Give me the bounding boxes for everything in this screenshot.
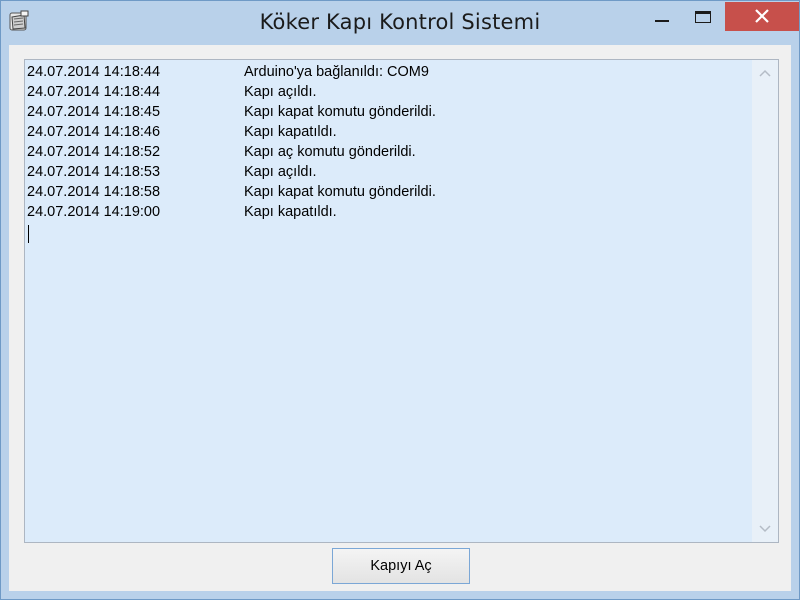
log-entry-message: Kapı açıldı. <box>244 84 317 100</box>
vertical-scrollbar[interactable] <box>752 60 778 542</box>
log-lines: 24.07.2014 14:18:44 Arduino'ya bağlanıldı… <box>27 64 747 224</box>
scroll-down-button[interactable] <box>752 516 778 542</box>
chevron-up-icon <box>759 69 771 77</box>
maximize-button[interactable] <box>681 2 723 31</box>
minimize-icon <box>655 20 669 22</box>
log-entry-time: 24.07.2014 14:18:45 <box>27 104 161 120</box>
log-entry-time: 24.07.2014 14:18:44 <box>27 64 161 80</box>
log-textbox[interactable]: 24.07.2014 14:18:44 Arduino'ya bağlanıldı… <box>24 59 779 543</box>
title-bar[interactable]: Köker Kapı Kontrol Sistemi <box>1 1 799 45</box>
chevron-down-icon <box>759 525 771 533</box>
maximize-icon <box>695 11 711 23</box>
log-entry: 24.07.2014 14:18:52 Kapı aç komutu gönder… <box>27 144 747 164</box>
log-entry-message: Arduino'ya bağlanıldı: COM9 <box>244 64 429 80</box>
log-entry-time: 24.07.2014 14:18:53 <box>27 164 161 180</box>
scroll-up-button[interactable] <box>752 60 778 86</box>
close-button[interactable] <box>725 2 799 31</box>
log-entry-message: Kapı açıldı. <box>244 164 317 180</box>
text-caret <box>28 225 29 243</box>
log-entry: 24.07.2014 14:18:53 Kapı açıldı. <box>27 164 747 184</box>
log-entry-message: Kapı kapatıldı. <box>244 204 337 220</box>
log-entry: 24.07.2014 14:18:45 Kapı kapat komutu gön… <box>27 104 747 124</box>
log-entry: 24.07.2014 14:18:44 Kapı açıldı. <box>27 84 747 104</box>
minimize-button[interactable] <box>643 2 679 31</box>
log-entry-time: 24.07.2014 14:18:46 <box>27 124 161 140</box>
log-entry-time: 24.07.2014 14:18:58 <box>27 184 161 200</box>
log-entry-time: 24.07.2014 14:18:52 <box>27 144 161 160</box>
log-entry-time: 24.07.2014 14:18:44 <box>27 84 161 100</box>
door-app-icon[interactable] <box>8 10 30 32</box>
app-window: Köker Kapı Kontrol Sistemi 24.07.2014 14… <box>0 0 800 600</box>
log-entry-time: 24.07.2014 14:19:00 <box>27 204 161 220</box>
log-entry: 24.07.2014 14:19:00 Kapı kapatıldı. <box>27 204 747 224</box>
open-door-button[interactable]: Kapıyı Aç <box>332 548 470 584</box>
close-icon <box>755 9 769 23</box>
log-entry-message: Kapı kapat komutu gönderildi. <box>244 184 436 200</box>
client-area: 24.07.2014 14:18:44 Arduino'ya bağlanıldı… <box>9 45 791 591</box>
log-entry-message: Kapı aç komutu gönderildi. <box>244 144 416 160</box>
log-entry: 24.07.2014 14:18:58 Kapı kapat komutu gön… <box>27 184 747 204</box>
log-entry: 24.07.2014 14:18:46 Kapı kapatıldı. <box>27 124 747 144</box>
log-entry-message: Kapı kapatıldı. <box>244 124 337 140</box>
window-title: Köker Kapı Kontrol Sistemi <box>259 10 541 34</box>
log-entry: 24.07.2014 14:18:44 Arduino'ya bağlanıldı… <box>27 64 747 84</box>
log-entry-message: Kapı kapat komutu gönderildi. <box>244 104 436 120</box>
